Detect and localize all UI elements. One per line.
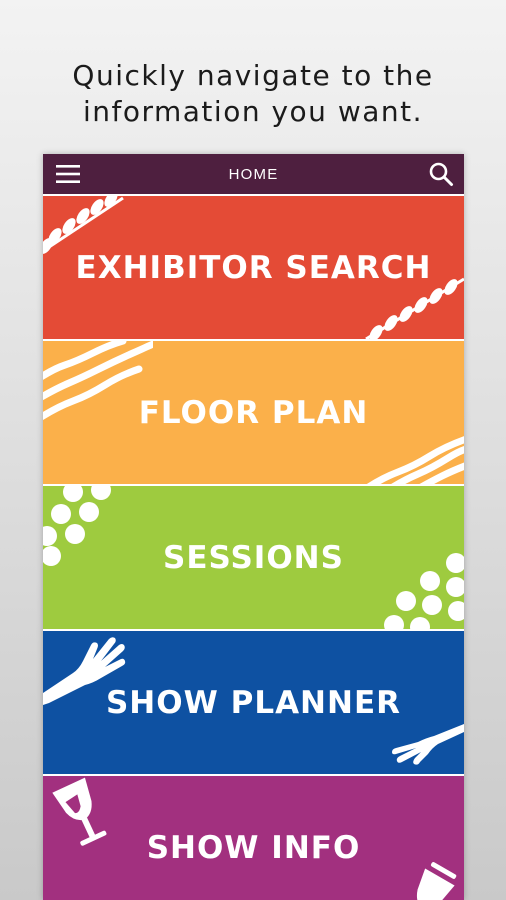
tile-floor-plan[interactable]: FLOOR PLAN [43, 341, 464, 484]
tile-label: SHOW INFO [146, 829, 361, 866]
zigzag-stitch-pattern-icon-2 [365, 277, 464, 339]
tile-exhibitor-search[interactable]: EXHIBITOR SEARCH [43, 196, 464, 339]
dots-pattern-icon [43, 486, 111, 566]
search-icon[interactable] [428, 161, 454, 187]
zigzag-stitch-pattern-icon [43, 196, 124, 254]
tile-label: SESSIONS [163, 539, 344, 576]
promo-caption-line-2: information you want. [82, 95, 424, 128]
promo-caption-line-1: Quickly navigate to the [72, 59, 434, 92]
top-app-bar: HOME [43, 154, 464, 194]
hamburger-menu-icon[interactable] [55, 163, 81, 185]
wine-glass-icon-2 [416, 862, 457, 900]
promo-caption: Quickly navigate to the information you … [0, 58, 506, 130]
tile-show-info[interactable]: SHOW INFO [43, 776, 464, 900]
tile-sessions[interactable]: SESSIONS [43, 486, 464, 629]
wavy-lines-pattern-icon-2 [366, 436, 464, 484]
tile-label: EXHIBITOR SEARCH [75, 249, 432, 286]
hand-icon-2 [392, 724, 464, 765]
tile-label: FLOOR PLAN [138, 394, 369, 431]
dots-pattern-icon-2 [384, 553, 464, 629]
tile-show-planner[interactable]: SHOW PLANNER [43, 631, 464, 774]
wine-glass-icon [52, 777, 107, 846]
tile-label: SHOW PLANNER [105, 684, 401, 721]
wavy-lines-pattern-icon [43, 341, 153, 421]
screen-title: HOME [228, 165, 279, 183]
app-screen: HOME EXHIBITOR SEARCH FLOOR PLAN SESSION… [43, 154, 464, 900]
